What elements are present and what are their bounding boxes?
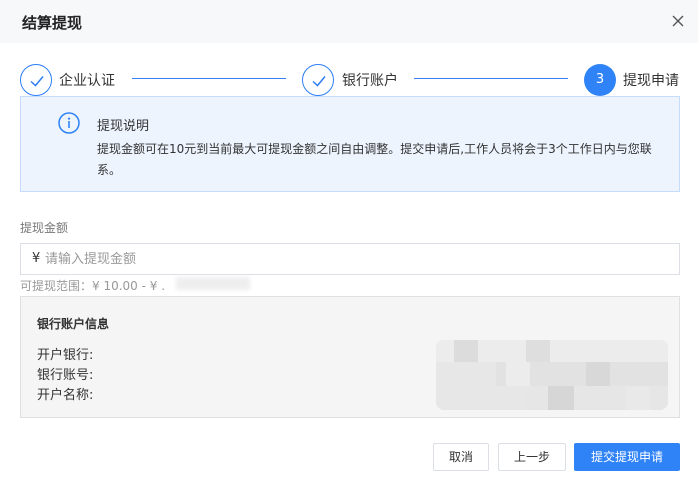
dialog-title: 结算提现 [22, 14, 83, 32]
step-3-label: 提现申请 [623, 73, 679, 89]
step-connector [414, 78, 568, 79]
withdraw-notice: 提现说明 提现金额可在10元到当前最大可提现金额之间自由调整。提交申请后,工作人… [20, 96, 680, 192]
step-3-circle: 3 [584, 64, 616, 96]
amount-label: 提现金额 [20, 221, 69, 235]
amount-range: 可提现范围：¥ 10.00 - ¥ . [20, 279, 166, 293]
bank-account-info: 银行账户信息 开户银行: 银行账号: 开户名称: [20, 296, 680, 418]
bank-info-title: 银行账户信息 [37, 317, 110, 331]
step-connector [132, 78, 286, 79]
step-1-circle [20, 64, 52, 96]
step-1-label: 企业认证 [59, 73, 115, 89]
notice-title: 提现说明 [97, 119, 150, 134]
step-2-circle [302, 64, 334, 96]
redacted-bank-values [436, 340, 668, 410]
close-icon [672, 15, 684, 27]
check-icon [30, 76, 44, 87]
dialog-header: 结算提现 [0, 0, 698, 43]
step-2-label: 银行账户 [342, 73, 398, 89]
currency-symbol: ¥ [32, 251, 41, 266]
bank-name-label: 开户银行: [37, 348, 94, 363]
close-button[interactable] [668, 11, 688, 31]
account-number-label: 银行账号: [37, 368, 94, 383]
check-icon [312, 76, 326, 87]
info-icon [58, 112, 80, 134]
previous-step-button[interactable]: 上一步 [498, 443, 566, 471]
redacted-max-amount [176, 277, 250, 290]
amount-input[interactable] [45, 244, 665, 274]
account-holder-label: 开户名称: [37, 388, 94, 403]
cancel-button[interactable]: 取消 [433, 443, 489, 471]
submit-withdrawal-button[interactable]: 提交提现申请 [574, 443, 680, 471]
notice-text: 提现金额可在10元到当前最大可提现金额之间自由调整。提交申请后,工作人员将会于3… [97, 142, 652, 177]
amount-field[interactable]: ¥ [20, 243, 680, 275]
